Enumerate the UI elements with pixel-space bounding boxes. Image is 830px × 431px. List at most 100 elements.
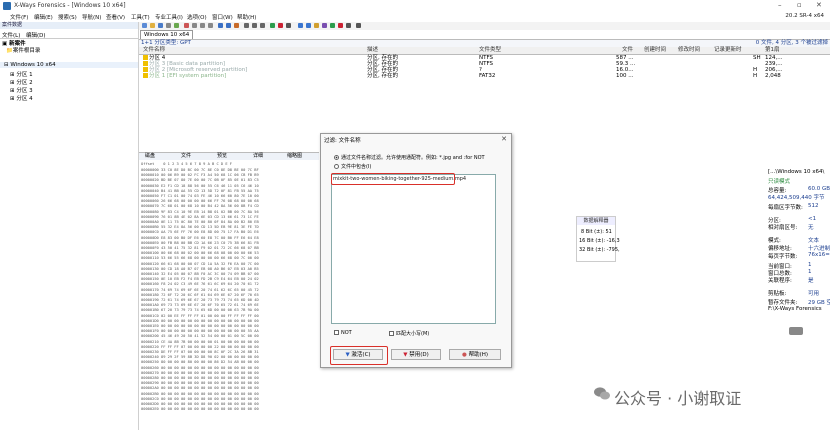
- tree-item-partition-2[interactable]: ⊞ 分区 2: [10, 78, 33, 86]
- col-filename[interactable]: 文件名称: [143, 47, 165, 54]
- stop-icon[interactable]: [278, 23, 283, 28]
- close-icon[interactable]: ✕: [501, 135, 507, 143]
- menu-view[interactable]: 查看(V): [106, 13, 125, 21]
- data-interpreter: 数据解释器 8 Bit (±): 51 16 Bit (±): -16,3 32…: [576, 216, 620, 262]
- col-record-changed[interactable]: 记录更新时: [714, 47, 742, 54]
- directory-browser: Windows 10 x64 1+1 分区类型: GPT 0 文件, 4 分区,…: [139, 30, 830, 150]
- col-created[interactable]: 创建时间: [644, 47, 666, 54]
- hash-icon[interactable]: [322, 23, 327, 28]
- info-line: 模式: 文本: [768, 236, 819, 244]
- hex-row: 000001C0 02 00 EE FF FF FF 01 00 00 00 F…: [141, 313, 259, 318]
- find-hex-icon[interactable]: [226, 23, 231, 28]
- window-title: X-Ways Forensics - [Windows 10 x64]: [14, 2, 126, 9]
- hex-row: 00000280 00 00 00 00 00 00 00 00 00 00 0…: [141, 376, 259, 380]
- not-checkbox[interactable]: NOT: [334, 330, 352, 336]
- title-bar: X-Ways Forensics - [Windows 10 x64] – ▫ …: [0, 0, 830, 12]
- tab-file[interactable]: 文件(L): [2, 31, 20, 39]
- hex-row: 00000290 00 00 00 00 00 00 00 00 00 00 0…: [141, 381, 259, 386]
- properties-icon[interactable]: [174, 23, 179, 28]
- col-modified[interactable]: 修改时间: [678, 47, 700, 54]
- menu-window[interactable]: 窗口(W): [212, 13, 233, 21]
- find-icon[interactable]: [218, 23, 223, 28]
- filter-textarea[interactable]: mixkit-two-women-biking-together-925-med…: [331, 174, 496, 324]
- document-tab[interactable]: Windows 10 x64: [140, 30, 194, 39]
- cut-icon[interactable]: [192, 23, 197, 28]
- help-button[interactable]: ● 帮助(H): [449, 349, 501, 360]
- partition-icon: [143, 55, 148, 60]
- menu-specialist[interactable]: 专业工具(I): [155, 13, 183, 21]
- app-icon: [3, 2, 11, 10]
- tree-item-windows[interactable]: ⊟ Windows 10 x64: [4, 62, 56, 68]
- undo-icon[interactable]: [184, 23, 189, 28]
- tab-disk[interactable]: 磁盘: [145, 153, 155, 160]
- disk-icon[interactable]: [298, 23, 303, 28]
- radio-filename-filter[interactable]: 通过文件名称过滤。允许使用通配符。例如: *.jpg and :for NOT: [334, 154, 485, 161]
- hex-row: 000000F0 43 50 41 75 32 81 F9 02 01 72 2…: [141, 246, 259, 250]
- tag-icon[interactable]: [338, 23, 343, 28]
- tab-gallery[interactable]: 缩略图: [287, 153, 302, 160]
- menu-file[interactable]: 文件(F): [10, 13, 28, 21]
- hex-row: 00000240 89 29 2F 59 8B 3D D8 90 02 00 0…: [141, 355, 259, 360]
- menu-navigate[interactable]: 导航(N): [82, 13, 101, 21]
- hex-row: 00000130 00 CD 18 A0 B7 07 EB 08 A0 B6 0…: [141, 266, 259, 271]
- home-icon[interactable]: [286, 23, 291, 28]
- save-icon[interactable]: [158, 23, 163, 28]
- close-window-icon[interactable]: ✕: [816, 1, 822, 9]
- info-label: 剪贴板:: [768, 291, 787, 297]
- col-first-sector[interactable]: 第1扇: [765, 47, 780, 54]
- tree-item-partition-1[interactable]: ⊞ 分区 1: [10, 70, 33, 78]
- settings-icon[interactable]: [356, 23, 361, 28]
- match-case-checkbox[interactable]: 匹配大小写(M): [389, 330, 429, 337]
- info-value: 十六进制: [808, 246, 830, 252]
- case-tabs: 文件(L) 编辑(D): [0, 30, 138, 39]
- hex-row: 00000250 80 00 00 00 80 00 00 00 86 D2 5…: [141, 360, 259, 365]
- radio-file-contains[interactable]: 文件中包含(I): [334, 163, 371, 170]
- report-icon[interactable]: [346, 23, 351, 28]
- tab-details[interactable]: 详细: [253, 153, 263, 160]
- tab-file-view[interactable]: 文件: [181, 153, 191, 160]
- tree-item-partition-4[interactable]: ⊞ 分区 4: [10, 94, 33, 102]
- col-size[interactable]: 文件: [622, 47, 633, 54]
- version-label: 20.2 SR-4 x64: [785, 13, 824, 19]
- restore-icon[interactable]: ▫: [797, 1, 802, 9]
- case-data-panel: 案件数据 文件(L) 编辑(D) ▣ 新案件 📁案件根目录 ⊟ Windows …: [0, 22, 139, 430]
- refine-icon[interactable]: [330, 23, 335, 28]
- disable-button[interactable]: ▼ 禁用(D): [391, 349, 441, 360]
- menu-edit[interactable]: 编辑(E): [34, 13, 53, 21]
- table-row[interactable]: 分区 1 [EFI system partition] 分区, 存在的 FAT3…: [139, 73, 830, 79]
- tree-item-partition-3[interactable]: ⊞ 分区 3: [10, 86, 33, 94]
- info-line: 暂存文件夹:29 GB 空余: [768, 298, 830, 306]
- tree-item-case-root[interactable]: 📁案件根目录: [6, 46, 40, 54]
- go-icon[interactable]: [270, 23, 275, 28]
- drive-icon: [789, 327, 803, 335]
- col-filetype[interactable]: 文件类型: [479, 47, 501, 54]
- path-text: 1+1 分区类型: GPT: [141, 40, 191, 46]
- hex-row: 000000D0 E8 83 00 B0 DF E6 60 E8 7C 00 B…: [141, 235, 259, 240]
- hex-row: 00000100 00 66 68 00 02 00 00 66 68 08 0…: [141, 251, 259, 256]
- copy-icon[interactable]: [200, 23, 205, 28]
- tab-edit[interactable]: 编辑(D): [26, 31, 46, 39]
- back-icon[interactable]: [252, 23, 257, 28]
- hex-row: 00000110 53 66 55 66 68 00 00 00 00 66 6…: [141, 256, 259, 261]
- interp-16bit: 16 Bit (±): -16,3: [579, 238, 620, 244]
- info-value: 1: [808, 269, 812, 275]
- menu-tools[interactable]: 工具(T): [131, 13, 150, 21]
- info-line: 关联程序: 是: [768, 276, 814, 284]
- tab-preview[interactable]: 预览: [217, 153, 227, 160]
- paste-icon[interactable]: [208, 23, 213, 28]
- open-icon[interactable]: [150, 23, 155, 28]
- goto-icon[interactable]: [244, 23, 249, 28]
- folder-icon[interactable]: [314, 23, 319, 28]
- col-description[interactable]: 描述: [367, 47, 378, 54]
- new-icon[interactable]: [142, 23, 147, 28]
- print-icon[interactable]: [166, 23, 171, 28]
- forward-icon[interactable]: [260, 23, 265, 28]
- replace-icon[interactable]: [234, 23, 239, 28]
- menu-options[interactable]: 选项(O): [187, 13, 207, 21]
- hex-row: 00000260 00 00 00 00 00 00 00 00 00 00 0…: [141, 365, 259, 370]
- image-icon[interactable]: [306, 23, 311, 28]
- menu-help[interactable]: 帮助(H): [237, 13, 256, 21]
- menu-search[interactable]: 搜索(S): [58, 13, 77, 21]
- minimize-icon[interactable]: –: [778, 1, 782, 9]
- hex-row: 000002E0 00 00 00 00 00 00 00 00 00 00 0…: [141, 407, 259, 412]
